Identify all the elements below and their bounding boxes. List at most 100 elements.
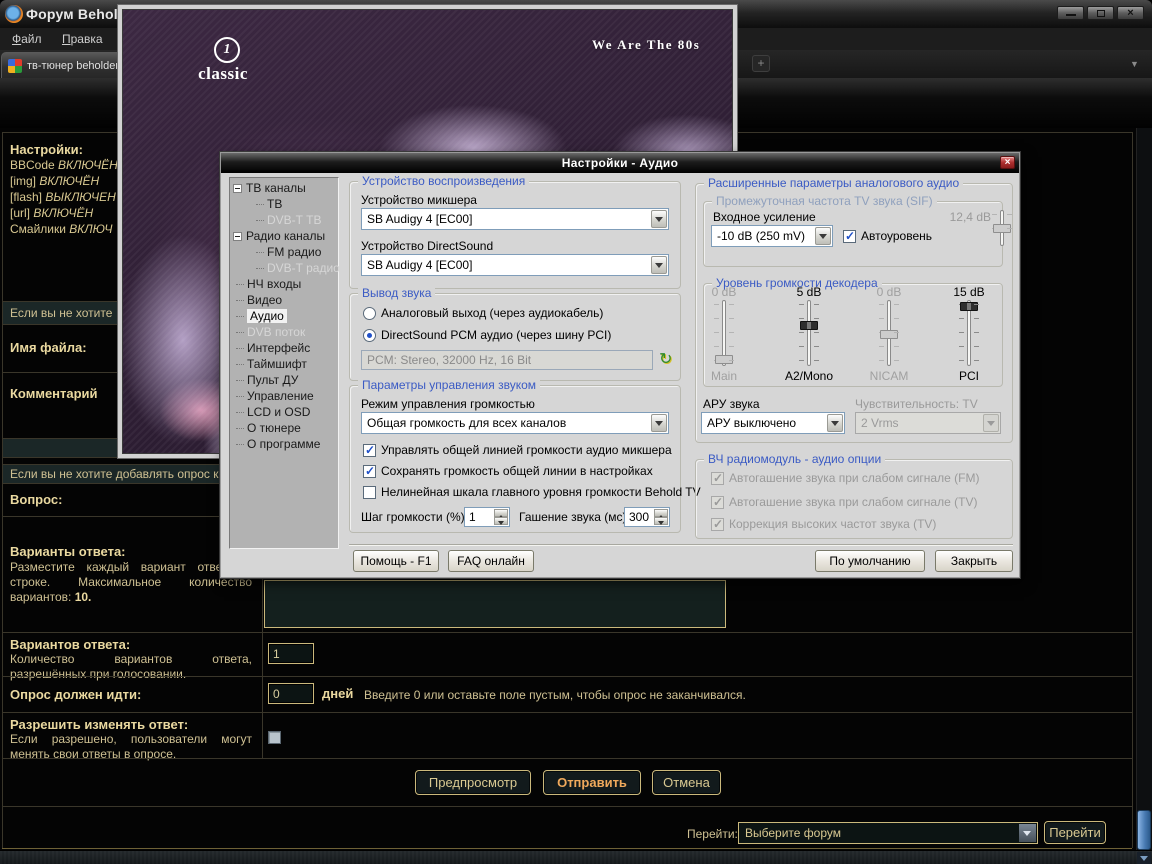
preview-button[interactable]: Предпросмотр (415, 770, 531, 795)
options-max: 10. (75, 590, 92, 604)
menu-file[interactable]: Файл (8, 31, 46, 47)
tree-item-video[interactable]: Видео (230, 292, 282, 308)
radio-icon[interactable] (363, 307, 376, 320)
jump-button[interactable]: Перейти (1044, 821, 1106, 844)
allow-change-checkbox[interactable] (268, 731, 281, 744)
mute-time-spinner[interactable]: 300 (624, 507, 670, 527)
tree-item-audio[interactable]: Аудио (230, 308, 287, 324)
input-gain-value: -10 dB (250 mV) (717, 229, 812, 243)
tree-line (236, 316, 244, 317)
sensitivity-label: Чувствительность: TV (855, 397, 978, 411)
collapse-icon[interactable] (233, 184, 242, 193)
tree-item-timeshift[interactable]: Таймшифт (230, 356, 307, 372)
restore-button[interactable] (1087, 6, 1114, 20)
attach-hint: Если вы не хотите (10, 306, 112, 320)
tree-item-interface[interactable]: Интерфейс (230, 340, 310, 356)
volume-mode-combo[interactable]: Общая громкость для всех каналов (361, 412, 669, 434)
mixer-device-combo[interactable]: SB Audigy 4 [EC00] (361, 208, 669, 230)
faq-button[interactable]: FAQ онлайн (448, 550, 534, 572)
checkbox-icon[interactable] (843, 230, 856, 243)
mixer-line-checkbox[interactable]: Управлять общей линией громкости аудио м… (363, 443, 672, 457)
close-button[interactable]: × (1117, 6, 1144, 20)
cancel-button[interactable]: Отмена (652, 770, 721, 795)
tree-item-radio-channels[interactable]: Радио каналы (230, 228, 325, 244)
chevron-down-icon[interactable] (651, 414, 667, 432)
sensitivity-combo: 2 Vrms (855, 412, 1001, 434)
divider (2, 132, 3, 848)
spin-down-icon[interactable] (654, 517, 668, 525)
directsound-device-combo[interactable]: SB Audigy 4 [EC00] (361, 254, 669, 276)
slider-value-label: 15 dB (937, 285, 1001, 299)
minimize-button[interactable] (1057, 6, 1084, 20)
analog-output-radio[interactable]: Аналоговый выход (через аудиокабель) (363, 306, 603, 320)
tree-item-remote[interactable]: Пульт ДУ (230, 372, 298, 388)
scrollbar-thumb[interactable] (1137, 810, 1151, 850)
slider-handle[interactable] (800, 321, 818, 330)
chevron-down-icon[interactable] (1019, 824, 1036, 842)
dialog-titlebar[interactable]: Настройки - Аудио × (221, 153, 1019, 173)
rf-hf-correction-checkbox: Коррекция высоких частот звука (TV) (711, 517, 936, 531)
tree-item-about-tuner[interactable]: О тюнере (230, 420, 301, 436)
mixer-device-label: Устройство микшера (361, 193, 477, 207)
tree-line (256, 220, 264, 221)
tree-item-control[interactable]: Управление (230, 388, 314, 404)
slider-track[interactable] (807, 300, 811, 366)
nonlinear-scale-checkbox[interactable]: Нелинейная шкала главного уровня громкос… (363, 485, 701, 499)
dialog-title: Настройки - Аудио (221, 156, 1019, 170)
forum-select[interactable]: Выберите форум (738, 822, 1038, 844)
submit-button[interactable]: Отправить (543, 770, 641, 795)
allow-change-label: Разрешить изменять ответ: (10, 717, 188, 732)
tree-line (256, 204, 264, 205)
volume-step-spinner[interactable]: 1 (464, 507, 510, 527)
pcm-output-radio[interactable]: DirectSound PCM аудио (через шину PCI) (363, 328, 611, 342)
tab-list-icon[interactable]: ▼ (1130, 59, 1139, 69)
close-dialog-button[interactable]: Закрыть (935, 550, 1013, 572)
agc-combo[interactable]: АРУ выключено (701, 412, 845, 434)
collapse-icon[interactable] (233, 232, 242, 241)
slider-name-label: PCI (937, 369, 1001, 383)
chevron-down-icon[interactable] (827, 414, 843, 432)
output-group-label: Вывод звука (358, 286, 435, 300)
spin-up-icon[interactable] (654, 509, 668, 517)
duration-label: Опрос должен идти: (10, 687, 141, 702)
scrollbar-down-icon[interactable] (1137, 852, 1151, 864)
tree-item-dvb-stream: DVB поток (230, 324, 305, 340)
slider-handle[interactable] (960, 302, 978, 311)
input-gain-label: Входное усиление (713, 210, 816, 224)
spin-down-icon[interactable] (494, 517, 508, 525)
options-count-input[interactable] (268, 643, 314, 664)
defaults-button[interactable]: По умолчанию (815, 550, 925, 572)
checkbox-icon[interactable] (363, 465, 376, 478)
tree-item-tv[interactable]: ТВ (230, 196, 282, 212)
volume-slider-pci: 15 dB PCI (937, 285, 1001, 383)
menu-edit[interactable]: Правка (58, 31, 107, 47)
settings-tree: ТВ каналы ТВ DVB-T ТВ Радио каналы FM ра… (229, 177, 339, 549)
input-gain-combo[interactable]: -10 dB (250 mV) (711, 225, 833, 247)
tree-item-about-program[interactable]: О программе (230, 436, 320, 452)
chevron-down-icon[interactable] (651, 210, 667, 228)
poll-options-textarea[interactable] (264, 580, 726, 628)
checkbox-icon[interactable] (363, 444, 376, 457)
tree-item-tv-channels[interactable]: ТВ каналы (230, 180, 306, 196)
tree-item-fm-radio[interactable]: FM радио (230, 244, 321, 260)
dialog-close-button[interactable]: × (1000, 156, 1015, 169)
slider-track[interactable] (967, 300, 971, 366)
new-tab-button[interactable]: + (752, 55, 770, 72)
tree-line (236, 284, 244, 285)
chevron-down-icon[interactable] (815, 227, 831, 245)
tree-item-lcd-osd[interactable]: LCD и OSD (230, 404, 310, 420)
divider (1132, 132, 1133, 848)
auto-level-checkbox[interactable]: Автоуровень (843, 229, 932, 243)
save-volume-checkbox[interactable]: Сохранять громкость общей линии в настро… (363, 464, 653, 478)
help-button[interactable]: Помощь - F1 (353, 550, 439, 572)
duration-input[interactable] (268, 683, 314, 704)
radio-icon[interactable] (363, 329, 376, 342)
checkbox-icon[interactable] (363, 486, 376, 499)
save-volume-label: Сохранять громкость общей линии в настро… (381, 464, 653, 478)
slider-track (722, 300, 726, 366)
chevron-down-icon[interactable] (651, 256, 667, 274)
pcm-refresh-icon[interactable]: ↻ (659, 349, 672, 369)
scrollbar-track[interactable] (1136, 128, 1152, 864)
spin-up-icon[interactable] (494, 509, 508, 517)
tree-item-lf-inputs[interactable]: НЧ входы (230, 276, 301, 292)
